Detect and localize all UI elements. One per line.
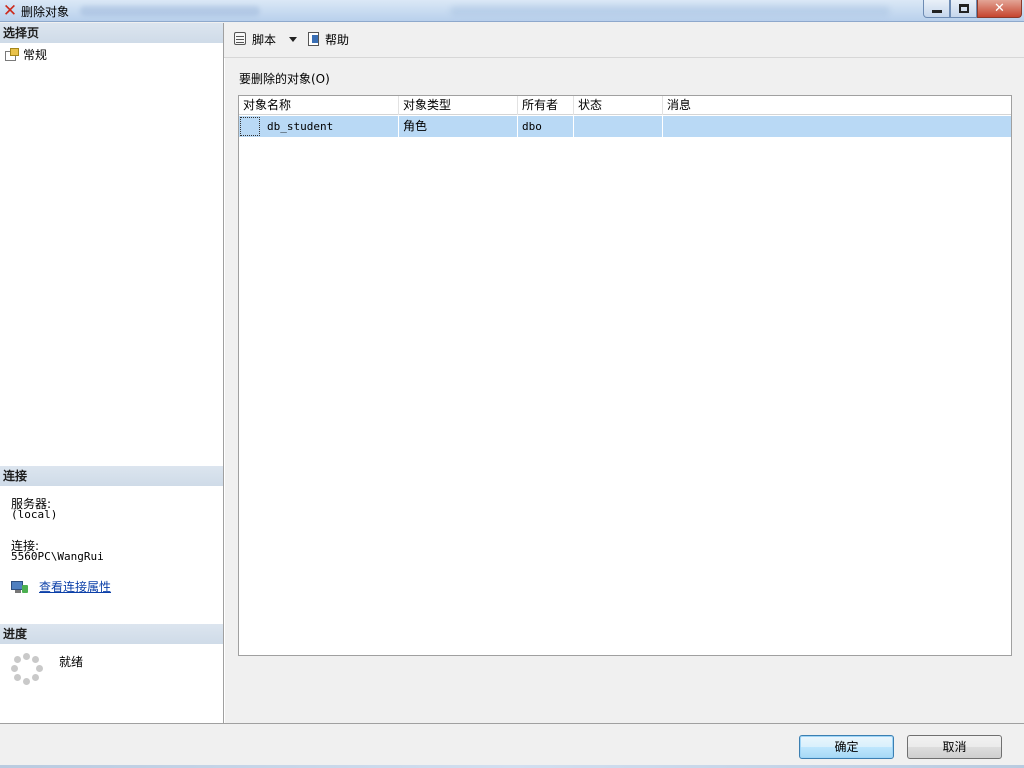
- cell-name-text: db_student: [267, 120, 334, 133]
- minimize-icon: [932, 10, 942, 13]
- maximize-icon: [959, 4, 969, 13]
- window-controls: ✕: [923, 0, 1022, 18]
- cell-owner: dbo: [518, 116, 574, 137]
- column-header-owner[interactable]: 所有者: [518, 96, 574, 115]
- left-pane: 选择页 常规 连接 服务器: (local) 连接: 5560PC\WangRu…: [0, 23, 224, 723]
- window-title: 删除对象: [21, 5, 70, 19]
- help-button[interactable]: 帮助: [303, 27, 352, 51]
- delete-icon: ✕: [2, 1, 18, 21]
- maximize-button[interactable]: [950, 0, 977, 18]
- progress-status: 就绪: [59, 655, 84, 669]
- select-page-header: 选择页: [0, 23, 223, 43]
- ok-button[interactable]: 确定: [799, 735, 894, 759]
- close-icon: ✕: [994, 1, 1005, 16]
- cell-message: [663, 116, 1011, 137]
- page-properties-icon: [4, 47, 20, 62]
- title-bar: ✕ 删除对象 ✕: [0, 0, 1024, 22]
- objects-grid[interactable]: 对象名称 对象类型 所有者 状态 消息 db_student 角色 dbo: [238, 95, 1012, 656]
- right-pane: 脚本 帮助 要删除的对象(O) 对象名称 对象类型 所有者 状态 消息 db_s: [224, 23, 1024, 723]
- column-header-name[interactable]: 对象名称: [239, 96, 399, 115]
- progress-header: 进度: [0, 624, 223, 644]
- connection-value: 5560PC\WangRui: [11, 550, 104, 563]
- content-area: 要删除的对象(O) 对象名称 对象类型 所有者 状态 消息 db_student…: [224, 58, 1024, 723]
- cell-name: db_student: [239, 116, 399, 137]
- table-row[interactable]: db_student 角色 dbo: [239, 116, 1011, 137]
- page-item-general[interactable]: 常规: [4, 46, 47, 63]
- page-item-label: 常规: [23, 48, 48, 62]
- toolbar: 脚本 帮助: [224, 23, 1024, 55]
- grid-header: 对象名称 对象类型 所有者 状态 消息: [239, 96, 1011, 115]
- bottom-bar: 确定 取消: [0, 723, 1024, 768]
- help-icon: [306, 31, 322, 47]
- cell-status: [574, 116, 663, 137]
- row-selector[interactable]: [240, 117, 260, 136]
- view-connection-properties[interactable]: 查看连接属性: [11, 578, 111, 595]
- connection-header: 连接: [0, 466, 223, 486]
- column-header-message[interactable]: 消息: [663, 96, 1011, 115]
- cell-type: 角色: [399, 116, 518, 137]
- server-value: (local): [11, 508, 58, 521]
- blurred-title-area-2: [450, 6, 890, 16]
- column-header-type[interactable]: 对象类型: [399, 96, 518, 115]
- blurred-title-area: [80, 6, 260, 16]
- connection-properties-icon: [11, 579, 29, 595]
- script-button[interactable]: 脚本: [230, 27, 279, 51]
- progress-area: 就绪: [11, 653, 83, 685]
- progress-spinner-icon: [11, 653, 43, 685]
- script-icon: [233, 31, 249, 47]
- script-dropdown-icon[interactable]: [289, 36, 298, 42]
- close-button[interactable]: ✕: [977, 0, 1022, 18]
- column-header-status[interactable]: 状态: [574, 96, 663, 115]
- help-label: 帮助: [325, 32, 350, 47]
- script-label: 脚本: [252, 32, 277, 47]
- cancel-button[interactable]: 取消: [907, 735, 1002, 759]
- objects-to-delete-label: 要删除的对象(O): [239, 72, 330, 86]
- view-connection-properties-link[interactable]: 查看连接属性: [39, 578, 111, 595]
- minimize-button[interactable]: [923, 0, 950, 18]
